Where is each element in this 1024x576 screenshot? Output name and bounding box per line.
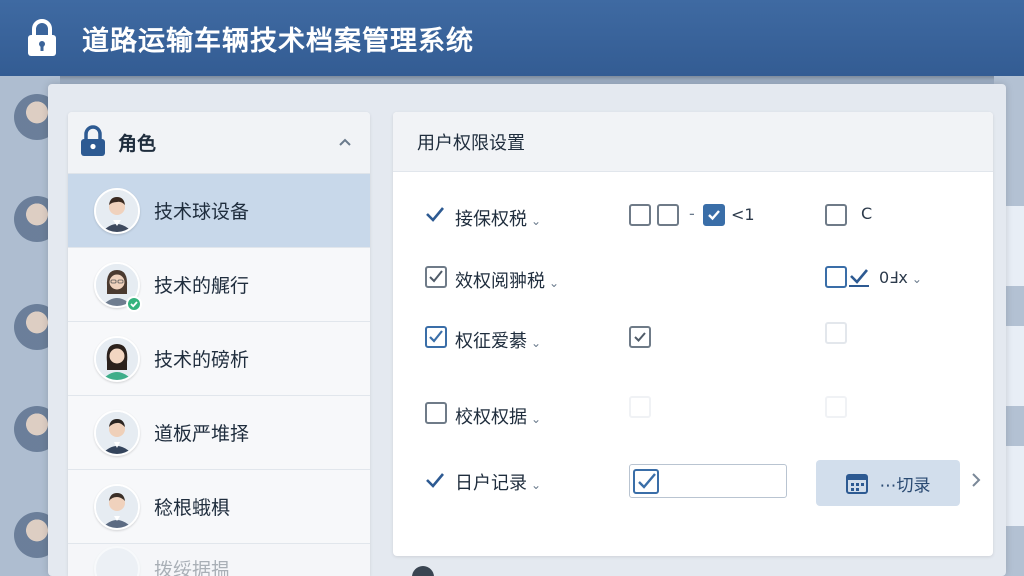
role-item[interactable]: 道板严堆择	[68, 396, 370, 470]
permission-value: 0Ⅎx ⌄	[879, 268, 922, 287]
refresh-icon[interactable]: C	[861, 204, 872, 223]
permission-checkbox[interactable]	[703, 204, 725, 226]
role-name: 技术的艉行	[154, 275, 250, 297]
check-icon[interactable]	[423, 202, 447, 226]
permission-checkbox[interactable]	[629, 326, 651, 348]
role-name: 技术的磅析	[154, 349, 250, 371]
chevron-right-icon[interactable]	[971, 472, 981, 492]
record-input[interactable]	[629, 464, 787, 498]
role-name: 稔根蛾椇	[154, 497, 231, 519]
permission-checkbox[interactable]	[825, 266, 847, 288]
permission-checkbox[interactable]	[825, 204, 847, 226]
permission-checkbox[interactable]	[425, 326, 447, 348]
permission-label: 权征爱綦 ⌄	[455, 331, 542, 352]
role-name: 技术球设备	[154, 201, 250, 223]
role-item[interactable]: 稔根蛾椇	[68, 470, 370, 544]
permission-checkbox[interactable]	[425, 266, 447, 288]
chevron-down-icon: ⌄	[549, 276, 560, 290]
permission-checkbox[interactable]	[657, 204, 679, 226]
permission-checkbox[interactable]	[629, 204, 651, 226]
avatar	[94, 187, 140, 234]
role-name: 拨绥据揾	[154, 559, 231, 576]
chevron-down-icon: ⌄	[531, 478, 542, 492]
avatar	[94, 483, 140, 530]
calendar-icon	[845, 472, 868, 494]
permission-checkbox[interactable]	[825, 322, 847, 344]
role-item[interactable]: 技术球设备	[68, 174, 370, 248]
roles-panel-title: 角色	[118, 133, 157, 155]
permission-label: 接保权税 ⌄	[455, 209, 542, 230]
permission-checkbox[interactable]	[825, 396, 847, 418]
check-icon	[847, 264, 871, 288]
permission-value: <1	[731, 205, 755, 224]
check-icon[interactable]	[423, 468, 447, 492]
permissions-panel-header: 用户权限设置	[393, 112, 993, 172]
permission-checkbox[interactable]	[629, 396, 651, 418]
chevron-down-icon: ⌄	[531, 412, 542, 426]
chevron-down-icon: ⌄	[531, 336, 542, 350]
permission-label: 日户记录 ⌄	[455, 473, 542, 494]
role-name: 道板严堆择	[154, 423, 250, 445]
log-button-label: ⋯切录	[879, 475, 931, 496]
permission-checkbox[interactable]	[425, 402, 447, 424]
app-title: 道路运输车辆技术档案管理系统	[82, 25, 474, 57]
permission-label: 校权权据 ⌄	[455, 407, 542, 428]
roles-panel: 角色 技术球设备 技术的艉行 技术的磅析 道板严堆择 稔根蛾椇 拨绥据揾	[68, 112, 370, 576]
roles-panel-header[interactable]: 角色	[68, 112, 370, 174]
role-item[interactable]: 技术的艉行	[68, 248, 370, 322]
permission-label: 效权阅翀税 ⌄	[455, 271, 560, 292]
avatar	[94, 545, 140, 576]
log-button[interactable]: ⋯切录	[816, 460, 960, 506]
avatar	[94, 409, 140, 456]
chevron-down-icon: ⌄	[911, 272, 922, 286]
lock-icon	[80, 124, 106, 161]
chevron-up-icon[interactable]	[338, 135, 352, 151]
role-item[interactable]: 技术的磅析	[68, 322, 370, 396]
app-header: 道路运输车辆技术档案管理系统	[0, 0, 1024, 76]
permissions-panel: 用户权限设置 接保权税 ⌄ - <1 C 效权阅翀税 ⌄ 0Ⅎx ⌄ 权征爱綦 ⌄ 校权…	[393, 112, 993, 556]
avatar	[94, 335, 140, 382]
lock-icon	[22, 18, 62, 58]
check-badge-icon	[126, 296, 142, 312]
role-item[interactable]: 拨绥据揾	[68, 544, 370, 576]
dash-text: -	[689, 204, 695, 223]
chevron-down-icon: ⌄	[531, 214, 542, 228]
permissions-panel-title: 用户权限设置	[417, 132, 525, 154]
